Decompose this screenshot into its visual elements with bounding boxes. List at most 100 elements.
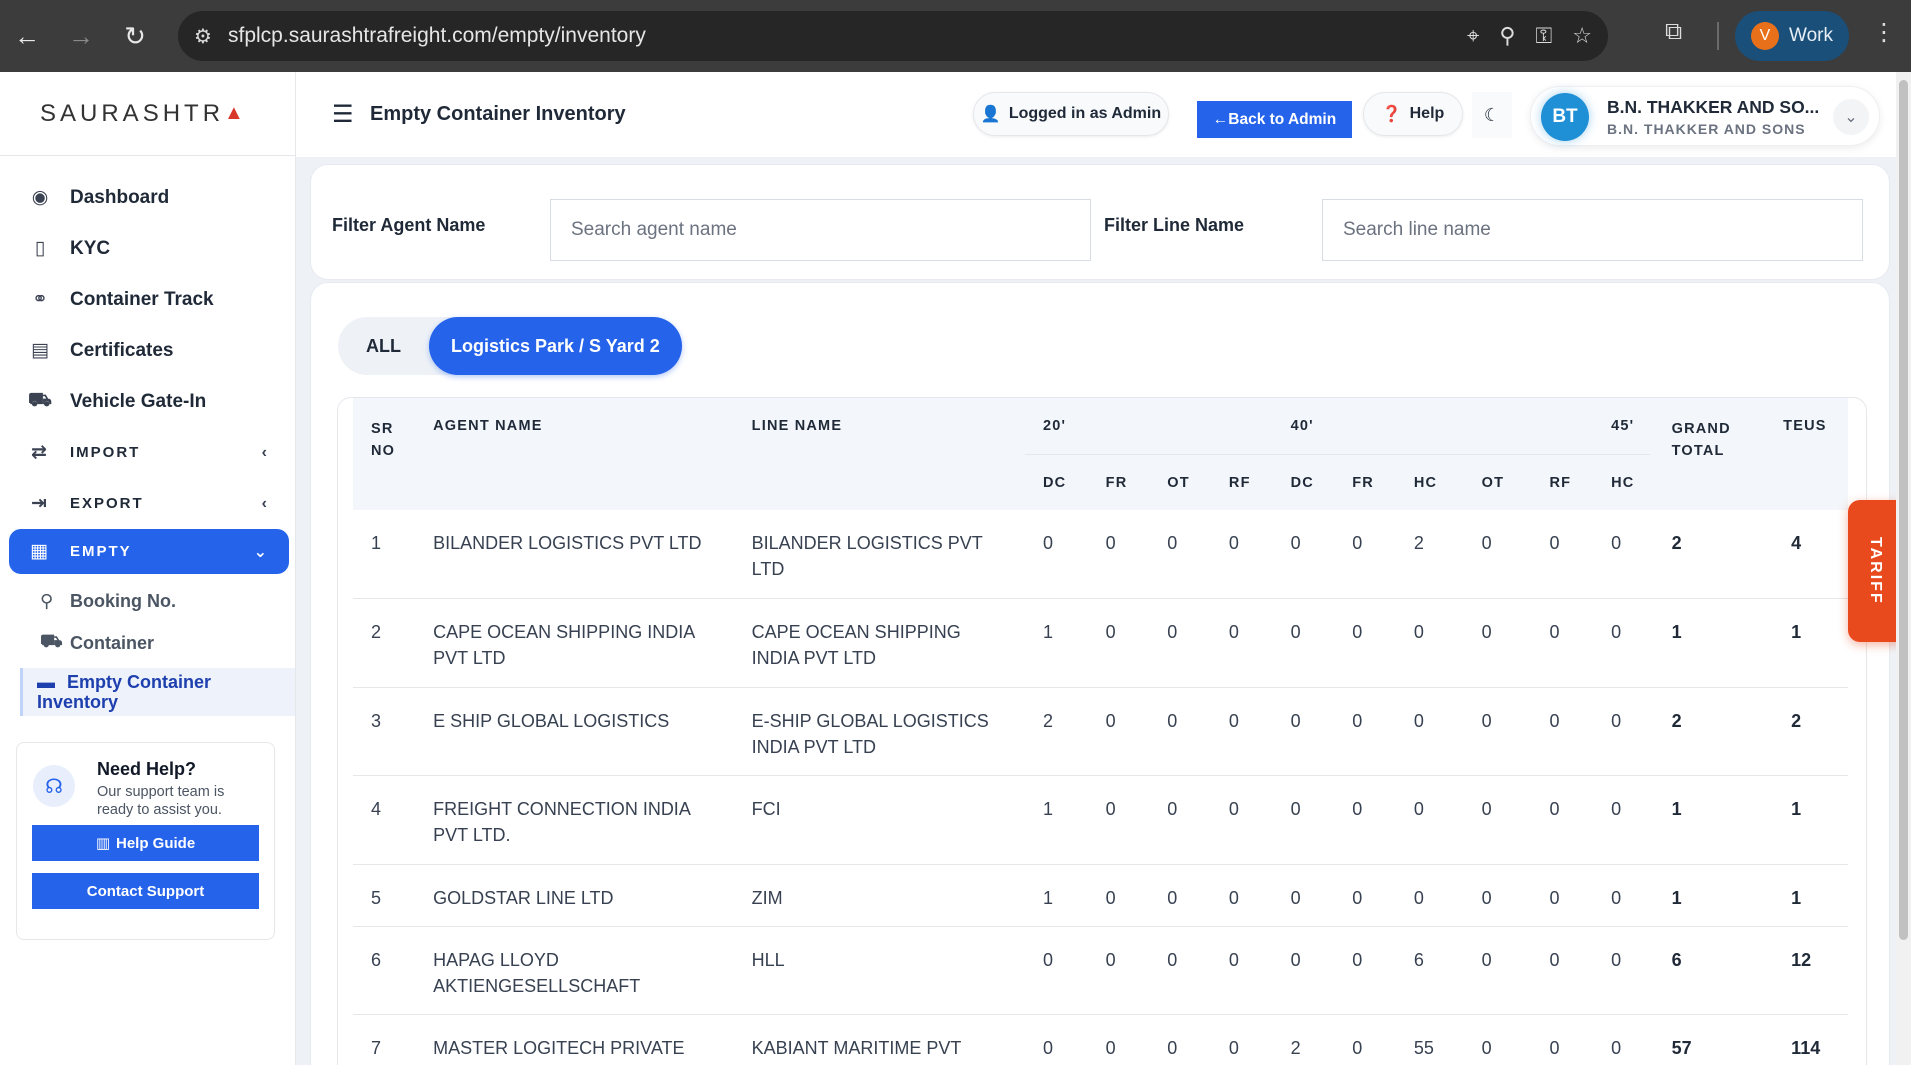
table-cell: 0 (1210, 1014, 1273, 1065)
tab-logistics-park[interactable]: Logistics Park / S Yard 2 (429, 317, 682, 375)
track-icon: ⚭ (32, 289, 48, 310)
table-cell: 0 (1593, 510, 1650, 599)
sidebar-item-vehicle-gate-in[interactable]: ⛟ Vehicle Gate-In (0, 376, 295, 427)
table-cell: FCI (751, 775, 1025, 865)
table-cell: 0 (1149, 687, 1211, 776)
help-title: Need Help? (97, 759, 197, 779)
page-scrollbar[interactable] (1896, 72, 1911, 1065)
sidebar-item-certificates[interactable]: ▤ Certificates (0, 325, 295, 376)
table-cell: 4 (1783, 510, 1848, 599)
table-cell: 1 (1024, 775, 1088, 865)
back-arrow-icon[interactable]: ← (0, 0, 54, 72)
line-search-input[interactable] (1322, 199, 1863, 261)
table-cell: 1 (1024, 598, 1088, 688)
table-cell: 0 (1531, 864, 1594, 927)
star-icon[interactable]: ☆ (1572, 23, 1592, 49)
inventory-table-body: 1 BILANDER LOGISTICS PVT LTD BILANDER LOGI… (353, 510, 1848, 1065)
table-cell: 0 (1463, 687, 1532, 776)
table-cell: 0 (1463, 926, 1532, 1015)
sidebar-item-import[interactable]: ⇄ IMPORT ‹ (0, 427, 295, 478)
table-cell: 0 (1593, 687, 1650, 776)
theme-toggle-moon-icon[interactable]: ☾ (1472, 92, 1512, 138)
table-cell: 2 (353, 598, 434, 688)
table-cell: MASTER LOGITECH PRIVATE LIMITED (433, 1014, 752, 1065)
contact-support-button[interactable]: Contact Support (32, 873, 259, 909)
table-cell: 0 (1334, 1014, 1396, 1065)
chevron-down-icon[interactable]: ⌄ (1833, 99, 1869, 135)
filter-card: Filter Agent Name Filter Line Name (310, 164, 1890, 280)
logo[interactable]: SAURASHTR ▲ (0, 72, 295, 156)
table-cell: 1 (1024, 864, 1088, 927)
table-row: 6 HAPAG LLOYD AKTIENGESELLSCHAFT HLL 0 0 0 0 0 0… (353, 926, 1848, 1015)
sidebar-item-empty[interactable]: ▦ EMPTY ⌄ (9, 529, 289, 574)
table-cell: 0 (1087, 1014, 1150, 1065)
table-cell: 2 (1024, 687, 1088, 776)
table-row: 7MASTER LOGITECH PRIVATE LIMITEDKABIANT … (353, 1014, 1848, 1065)
reload-icon[interactable]: ↻ (108, 0, 162, 72)
inventory-card: ALL Logistics Park / S Yard 2 SR NO AGENT… (310, 282, 1890, 1065)
logged-in-badge: 👤 Logged in as Admin (973, 92, 1169, 136)
sidebar-item-container-track[interactable]: ⚭ Container Track (0, 274, 295, 325)
header-40-dc: DC (1272, 453, 1335, 510)
tab-all[interactable]: ALL (338, 317, 429, 375)
table-cell: 12 (1783, 926, 1848, 1015)
table-cell: 0 (1149, 926, 1211, 1015)
key-icon[interactable]: ⚿ (1536, 23, 1553, 49)
header-teus: TEUS (1783, 398, 1848, 510)
chevron-left-icon: ‹ (261, 494, 267, 512)
back-to-admin-button[interactable]: ←Back to Admin (1197, 101, 1352, 138)
header-20-dc: DC (1024, 453, 1088, 510)
sidebar-item-label: Container Track (70, 288, 214, 310)
table-cell: GOLDSTAR LINE LTD (433, 864, 752, 927)
logged-in-label: Logged in as Admin (1008, 105, 1162, 122)
hamburger-menu-icon[interactable]: ☰ (332, 100, 354, 129)
table-cell: CAPE OCEAN SHIPPING INDIA PVT LTD (433, 598, 752, 688)
browser-menu-icon[interactable]: ⋮ (1872, 18, 1896, 47)
tariff-tab[interactable]: TARIFF (1848, 500, 1902, 642)
forward-arrow-icon[interactable]: → (54, 0, 108, 72)
sidebar-item-export[interactable]: ⇥ EXPORT ‹ (0, 478, 295, 529)
profile-avatar: V (1751, 22, 1779, 50)
sidebar-subitem-booking-no[interactable]: ⚲ Booking No. (0, 580, 295, 622)
top-bar: ☰ Empty Container Inventory 👤 Logged in … (296, 72, 1911, 158)
table-cell: 0 (1531, 598, 1594, 688)
dashboard-icon: ◉ (31, 187, 49, 208)
table-cell: HLL (751, 926, 1025, 1015)
address-bar[interactable]: ⚙ sfplcp.saurashtrafreight.com/empty/inv… (178, 11, 1608, 61)
table-cell: 2 (1272, 1014, 1335, 1065)
site-settings-icon[interactable]: ⚙ (178, 24, 228, 49)
table-cell: 0 (1334, 864, 1396, 927)
sidebar-subitem-container[interactable]: ⛟ Container (0, 622, 295, 664)
location-icon[interactable]: ⌖ (1467, 23, 1479, 49)
sidebar-item-dashboard[interactable]: ◉ Dashboard (0, 172, 295, 223)
profile-button[interactable]: V Work (1735, 11, 1849, 61)
extensions-icon[interactable]: ⧉ (1665, 18, 1682, 46)
sidebar-item-label: EXPORT (70, 495, 144, 512)
sidebar-subitem-empty-container-inventory[interactable]: ▬ Empty Container Inventory (20, 668, 295, 716)
sidebar-item-kyc[interactable]: ▯ KYC (0, 223, 295, 274)
table-cell: BILANDER LOGISTICS PVT LTD (751, 510, 1025, 599)
help-button[interactable]: ❓ Help (1363, 92, 1463, 136)
table-cell: 0 (1463, 1014, 1532, 1065)
zoom-icon[interactable]: ⚲ (1499, 23, 1515, 49)
sidebar-item-label: Vehicle Gate-In (70, 390, 207, 412)
scrollbar-thumb[interactable] (1899, 80, 1908, 940)
book-icon: ▥ (95, 835, 110, 852)
user-menu[interactable]: BT B.N. THAKKER AND SO... B.N. THAKKER A… (1530, 86, 1880, 146)
url-text[interactable]: sfplcp.saurashtrafreight.com/empty/inven… (228, 24, 646, 48)
header-20-rf: RF (1210, 453, 1273, 510)
table-cell: 0 (1531, 687, 1594, 776)
table-cell: 0 (1024, 510, 1088, 599)
help-guide-button[interactable]: ▥ Help Guide (32, 825, 259, 861)
sidebar-item-label: IMPORT (70, 444, 141, 461)
filter-line-label: Filter Line Name (1104, 215, 1245, 235)
table-cell: 0 (1463, 864, 1532, 927)
table-cell: 0 (1531, 1014, 1594, 1065)
table-cell: 1 (1783, 864, 1848, 927)
agent-search-input[interactable] (550, 199, 1091, 261)
table-cell: 2 (1395, 510, 1464, 599)
table-cell: 0 (1210, 926, 1273, 1015)
table-cell: 0 (1087, 510, 1150, 599)
table-cell: 0 (1087, 775, 1150, 865)
question-icon: ❓ (1381, 106, 1402, 123)
